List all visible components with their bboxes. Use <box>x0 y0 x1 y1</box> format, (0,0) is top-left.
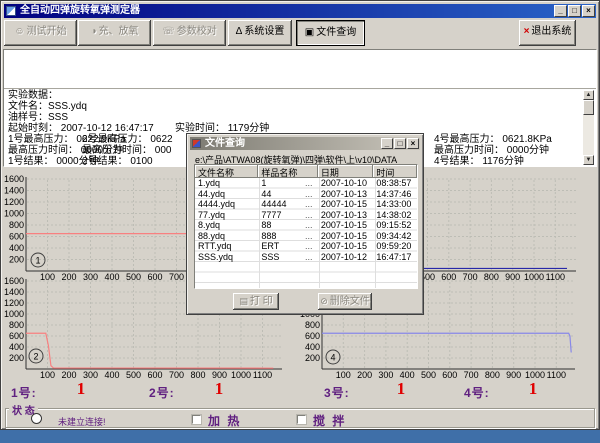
file-row[interactable]: 4444.ydq44444...2007-10-1514:33:00 <box>195 199 417 210</box>
svg-text:400: 400 <box>305 342 320 352</box>
svg-text:200: 200 <box>9 255 24 265</box>
svg-text:200: 200 <box>357 370 372 380</box>
svg-text:400: 400 <box>9 243 24 253</box>
svg-text:800: 800 <box>9 320 24 330</box>
svg-text:600: 600 <box>305 331 320 341</box>
svg-text:200: 200 <box>9 353 24 363</box>
svg-text:1100: 1100 <box>547 370 566 380</box>
print-button[interactable]: ▤打 印 <box>233 293 279 310</box>
svg-text:100: 100 <box>40 370 55 380</box>
dialog-title: 文件查询 <box>205 138 245 149</box>
svg-text:900: 900 <box>506 370 521 380</box>
svg-text:1000: 1000 <box>525 370 545 380</box>
svg-text:100: 100 <box>336 370 351 380</box>
svg-text:1000: 1000 <box>524 272 544 282</box>
svg-text:200: 200 <box>61 370 76 380</box>
file-table-header: 文件名称 样品名称 日期 时间 <box>195 165 417 178</box>
file-row[interactable]: 8.ydq88...2007-10-1509:15:52 <box>195 220 417 231</box>
svg-text:400: 400 <box>104 370 119 380</box>
svg-text:200: 200 <box>305 353 320 363</box>
file-list-table[interactable]: 文件名称 样品名称 日期 时间 1.ydq1...2007-10-1008:38… <box>194 164 418 289</box>
svg-text:1100: 1100 <box>253 370 272 380</box>
dialog-close-button[interactable]: × <box>407 138 419 149</box>
main-window: 全自动四弹旋转氧弹测定器 _ □ × ☺测试开始 ◑充、放氧 ☏参数校对 Δ系统… <box>0 0 600 430</box>
svg-text:1600: 1600 <box>4 276 24 286</box>
svg-text:600: 600 <box>9 232 24 242</box>
svg-text:4: 4 <box>330 353 335 363</box>
svg-text:1400: 1400 <box>4 186 24 196</box>
dialog-maximize-button[interactable]: □ <box>394 138 406 149</box>
printer-icon: ▤ <box>239 296 248 306</box>
svg-text:1000: 1000 <box>4 209 24 219</box>
dialog-icon <box>192 139 201 148</box>
file-query-dialog: 文件查询 _ □ × e:\产品\ATWA08(旋转氧弹)\四弹\软件\上\v1… <box>186 133 424 315</box>
svg-text:500: 500 <box>421 370 436 380</box>
file-row[interactable]: 44.ydq44...2007-10-1314:37:46 <box>195 189 417 200</box>
svg-text:1200: 1200 <box>4 298 24 308</box>
svg-text:900: 900 <box>212 370 227 380</box>
file-row[interactable]: 88.ydq888...2007-10-1509:34:42 <box>195 231 417 242</box>
svg-text:1200: 1200 <box>4 197 24 207</box>
dialog-minimize-button[interactable]: _ <box>381 138 393 149</box>
svg-text:2: 2 <box>33 352 38 362</box>
svg-text:400: 400 <box>9 342 24 352</box>
svg-text:300: 300 <box>83 370 98 380</box>
file-row[interactable]: SSS.ydqSSS...2007-10-1216:47:17 <box>195 252 417 263</box>
file-table-body: 1.ydq1...2007-10-1008:38:5744.ydq44...20… <box>195 178 417 288</box>
svg-text:600: 600 <box>147 370 162 380</box>
svg-text:1000: 1000 <box>231 370 251 380</box>
svg-text:500: 500 <box>126 370 141 380</box>
file-row[interactable]: 77.ydq7777...2007-10-1314:38:02 <box>195 210 417 221</box>
dialog-title-bar: 文件查询 _ □ × <box>190 137 420 150</box>
svg-text:1000: 1000 <box>4 309 24 319</box>
col-file-name[interactable]: 文件名称 <box>195 165 258 178</box>
col-sample-name[interactable]: 样品名称 <box>258 165 317 178</box>
svg-text:1600: 1600 <box>4 174 24 184</box>
col-date[interactable]: 日期 <box>318 165 374 178</box>
svg-text:300: 300 <box>378 370 393 380</box>
file-row[interactable]: RTT.ydqERT...2007-10-1509:59:20 <box>195 241 417 252</box>
col-time[interactable]: 时间 <box>373 165 417 178</box>
svg-text:700: 700 <box>464 370 479 380</box>
file-row[interactable]: 1.ydq1...2007-10-1008:38:57 <box>195 178 417 189</box>
svg-text:800: 800 <box>485 370 500 380</box>
svg-text:1400: 1400 <box>4 287 24 297</box>
svg-text:700: 700 <box>169 370 184 380</box>
chart2-series <box>26 333 273 368</box>
svg-text:800: 800 <box>305 320 320 330</box>
delete-file-button[interactable]: ⊘删除文件 <box>318 293 372 310</box>
svg-text:800: 800 <box>190 370 205 380</box>
svg-text:800: 800 <box>9 220 24 230</box>
delete-icon: ⊘ <box>320 296 328 306</box>
svg-text:600: 600 <box>9 331 24 341</box>
svg-text:1: 1 <box>35 256 40 266</box>
svg-text:600: 600 <box>442 370 457 380</box>
svg-text:400: 400 <box>400 370 415 380</box>
